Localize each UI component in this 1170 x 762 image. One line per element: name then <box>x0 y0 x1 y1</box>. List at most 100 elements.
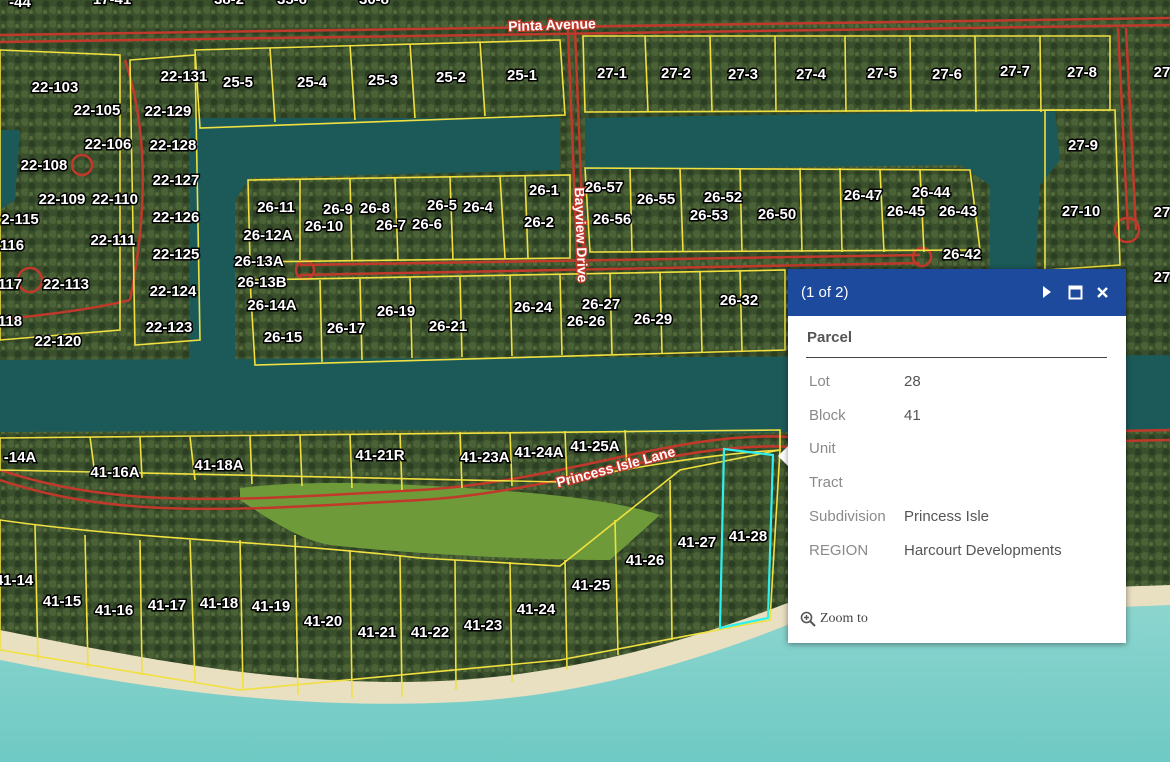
lot-label[interactable]: 27 <box>1152 267 1170 287</box>
lot-label[interactable]: 26-8 <box>358 198 391 218</box>
lot-label[interactable]: 26-27 <box>580 294 621 314</box>
lot-label[interactable]: 22-129 <box>143 101 193 121</box>
lot-label[interactable]: 25-5 <box>221 72 254 92</box>
lot-label[interactable]: 25-4 <box>295 72 329 92</box>
lot-label[interactable]: 26-12A <box>242 225 294 245</box>
lot-label[interactable]: 27 <box>1152 62 1170 82</box>
lot-label[interactable]: 41-23 <box>462 615 503 635</box>
lot-label[interactable]: 22-113 <box>42 274 91 294</box>
lot-label[interactable]: 22-131 <box>159 66 209 86</box>
lot-label[interactable]: 26-55 <box>635 189 676 209</box>
lot-label[interactable]: 41-21 <box>356 622 397 642</box>
lot-label[interactable]: 41-20 <box>302 611 343 631</box>
lot-label[interactable]: 26-19 <box>375 301 416 321</box>
lot-label[interactable]: 41-25 <box>570 575 611 595</box>
lot-label[interactable]: 22-125 <box>151 244 201 264</box>
lot-label[interactable]: 27-5 <box>865 63 898 83</box>
lot-label[interactable]: 22-110 <box>91 189 140 209</box>
lot-label[interactable]: 27-8 <box>1065 62 1098 82</box>
lot-label[interactable]: 27-10 <box>1060 201 1101 221</box>
lot-label[interactable]: 22-128 <box>148 135 198 155</box>
lot-label[interactable]: 30-8 <box>357 0 390 9</box>
zoom-to-link[interactable]: Zoom to <box>800 611 868 627</box>
lot-label[interactable]: 26-15 <box>262 327 303 347</box>
lot-label[interactable]: 41-24A <box>513 442 565 462</box>
maximize-button[interactable] <box>1064 281 1086 303</box>
lot-label[interactable]: 22-106 <box>83 134 133 154</box>
lot-label[interactable]: 41-21R <box>354 445 406 465</box>
lot-label[interactable]: 41-25A <box>569 436 621 456</box>
lot-label[interactable]: 41-15 <box>41 591 82 611</box>
lot-label[interactable]: 27-1 <box>595 63 628 83</box>
lot-label[interactable]: 26-52 <box>702 187 743 207</box>
lot-label[interactable]: 27-7 <box>998 61 1031 81</box>
lot-label[interactable]: 22-111 <box>89 230 137 250</box>
lot-label[interactable]: 26-5 <box>425 195 458 215</box>
lot-label[interactable]: 22-126 <box>151 207 201 227</box>
lot-label[interactable]: 26-45 <box>885 201 926 221</box>
lot-label[interactable]: 26-9 <box>321 199 354 219</box>
lot-label[interactable]: 25-3 <box>366 70 399 90</box>
lot-label[interactable]: 22-124 <box>148 281 198 301</box>
lot-label[interactable]: 118 <box>0 311 24 331</box>
lot-label[interactable]: 22-105 <box>72 100 122 120</box>
lot-label[interactable]: 27-6 <box>930 64 963 84</box>
lot-label[interactable]: 27-2 <box>659 63 692 83</box>
lot-label[interactable]: 26-50 <box>756 204 797 224</box>
lot-label[interactable]: 26-17 <box>325 318 366 338</box>
lot-label[interactable]: 26-42 <box>941 244 982 264</box>
lot-label[interactable]: 35-6 <box>275 0 308 9</box>
lot-label[interactable]: 26-14A <box>246 295 298 315</box>
lot-label[interactable]: 26-56 <box>591 209 632 229</box>
lot-label[interactable]: -44 <box>8 0 33 12</box>
lot-label[interactable]: 26-6 <box>410 214 443 234</box>
lot-label[interactable]: 26-32 <box>718 290 759 310</box>
lot-label[interactable]: 41-16 <box>93 600 134 620</box>
lot-label[interactable]: 38-2 <box>212 0 245 9</box>
lot-label[interactable]: 26-13B <box>236 272 288 292</box>
lot-label[interactable]: 22-103 <box>30 77 80 97</box>
lot-label[interactable]: 26-13A <box>233 251 285 271</box>
lot-label[interactable]: 41-26 <box>624 550 665 570</box>
lot-label[interactable]: 41-24 <box>515 599 557 619</box>
lot-label[interactable]: 22-108 <box>19 155 69 175</box>
lot-label[interactable]: 27 <box>1152 202 1170 222</box>
lot-label[interactable]: 26-24 <box>512 297 554 317</box>
lot-label[interactable]: 26-7 <box>374 215 407 235</box>
lot-label[interactable]: 41-23A <box>459 447 511 467</box>
lot-label[interactable]: 26-11 <box>256 197 297 217</box>
lot-label[interactable]: 41-28 <box>727 526 768 546</box>
lot-label[interactable]: 26-43 <box>937 201 978 221</box>
lot-label[interactable]: 27-4 <box>794 64 828 84</box>
lot-label[interactable]: 26-53 <box>688 205 729 225</box>
lot-label[interactable]: 17-41 <box>91 0 132 9</box>
lot-label[interactable]: 26-10 <box>303 216 344 236</box>
lot-label[interactable]: 41-14 <box>0 570 35 590</box>
lot-label[interactable]: 41-18 <box>198 593 239 613</box>
close-button[interactable] <box>1091 281 1113 303</box>
lot-label[interactable]: 26-57 <box>583 177 624 197</box>
lot-label[interactable]: 41-18A <box>193 455 245 475</box>
lot-label[interactable]: 41-27 <box>676 532 717 552</box>
lot-label[interactable]: 26-47 <box>842 185 883 205</box>
lot-label[interactable]: 2-115 <box>0 209 40 229</box>
lot-label[interactable]: 26-2 <box>522 212 555 232</box>
lot-label[interactable]: 41-19 <box>250 596 291 616</box>
lot-label[interactable]: 26-26 <box>565 311 606 331</box>
lot-label[interactable]: 41-22 <box>409 622 450 642</box>
lot-label[interactable]: 25-2 <box>434 67 467 87</box>
lot-label[interactable]: 26-29 <box>632 309 673 329</box>
lot-label[interactable]: 41-16A <box>89 462 141 482</box>
lot-label[interactable]: -14A <box>2 447 38 467</box>
lot-label[interactable]: 22-123 <box>144 317 194 337</box>
lot-label[interactable]: 25-1 <box>505 65 538 85</box>
lot-label[interactable]: 116 <box>0 235 26 255</box>
lot-label[interactable]: 26-44 <box>910 182 952 202</box>
lot-label[interactable]: 22-120 <box>33 331 83 351</box>
lot-label[interactable]: 26-21 <box>427 316 468 336</box>
lot-label[interactable]: 27-3 <box>726 64 759 84</box>
lot-label[interactable]: 117 <box>0 274 24 294</box>
next-feature-button[interactable] <box>1036 281 1058 303</box>
lot-label[interactable]: 22-127 <box>151 170 201 190</box>
lot-label[interactable]: 26-1 <box>527 180 560 200</box>
